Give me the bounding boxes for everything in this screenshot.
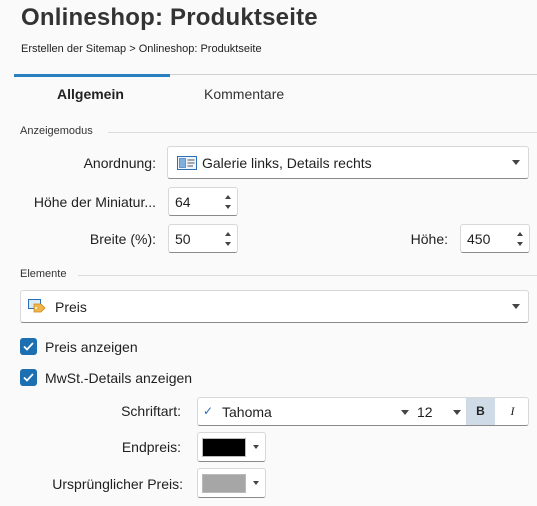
element-value: Preis — [55, 299, 87, 315]
section-divider — [108, 132, 537, 133]
original-price-color-picker[interactable] — [197, 468, 266, 498]
italic-button[interactable]: I — [498, 398, 527, 425]
element-dropdown[interactable]: Preis — [20, 290, 529, 323]
show-price-checkbox[interactable] — [20, 338, 37, 355]
show-vat-label[interactable]: MwSt.-Details anzeigen — [45, 370, 192, 386]
font-label: Schriftart: — [121, 403, 181, 419]
chevron-down-icon — [253, 481, 259, 485]
tab-bar: Allgemein Kommentare — [14, 74, 537, 106]
page-title: Onlineshop: Produktseite — [21, 4, 318, 31]
arrangement-value: Galerie links, Details rechts — [202, 155, 372, 171]
checkmark-icon — [23, 373, 34, 382]
spin-up-icon[interactable] — [225, 195, 231, 199]
spin-down-icon[interactable] — [225, 242, 231, 246]
font-toolbar: ✓ Tahoma 12 B I — [197, 397, 529, 426]
chevron-down-icon[interactable] — [401, 410, 409, 415]
original-price-label: Ursprünglicher Preis: — [52, 476, 183, 492]
color-swatch — [202, 474, 246, 493]
height-label: Höhe: — [410, 231, 448, 247]
gallery-layout-icon — [177, 156, 197, 170]
final-price-label: Endpreis: — [121, 439, 181, 455]
bold-button[interactable]: B — [466, 398, 495, 425]
section-label-display-mode: Anzeigemodus — [20, 125, 93, 137]
spin-up-icon[interactable] — [225, 232, 231, 236]
show-vat-checkbox[interactable] — [20, 369, 37, 386]
font-size-select[interactable]: 12 — [417, 404, 433, 420]
thumb-height-value: 64 — [175, 194, 191, 210]
chevron-down-icon — [512, 304, 520, 309]
tab-comments[interactable]: Kommentare — [204, 86, 284, 102]
arrangement-dropdown[interactable]: Galerie links, Details rechts — [167, 146, 529, 179]
chevron-down-icon — [253, 445, 259, 449]
active-tab-indicator — [14, 74, 170, 77]
thumb-height-label: Höhe der Miniatur... — [33, 194, 156, 210]
tab-general[interactable]: Allgemein — [57, 86, 124, 102]
checkmark-icon: ✓ — [203, 404, 214, 418]
checkmark-icon — [23, 342, 34, 351]
thumb-height-stepper[interactable]: 64 — [168, 187, 238, 216]
color-swatch — [202, 438, 246, 457]
spin-up-icon[interactable] — [517, 232, 523, 236]
width-value: 50 — [175, 231, 191, 247]
chevron-down-icon[interactable] — [453, 410, 461, 415]
spin-down-icon[interactable] — [517, 242, 523, 246]
width-stepper[interactable]: 50 — [168, 224, 238, 253]
spin-down-icon[interactable] — [225, 205, 231, 209]
height-stepper[interactable]: 450 — [460, 224, 530, 253]
arrangement-label: Anordnung: — [83, 155, 156, 171]
height-value: 450 — [467, 231, 491, 247]
section-divider — [78, 275, 537, 276]
show-price-label[interactable]: Preis anzeigen — [45, 339, 138, 355]
price-tag-icon — [28, 299, 46, 313]
final-price-color-picker[interactable] — [197, 432, 266, 462]
section-label-elements: Elemente — [20, 268, 67, 280]
width-label: Breite (%): — [89, 231, 156, 247]
chevron-down-icon — [512, 160, 520, 165]
breadcrumb[interactable]: Erstellen der Sitemap > Onlineshop: Prod… — [21, 43, 262, 55]
font-family-select[interactable]: Tahoma — [222, 404, 272, 420]
